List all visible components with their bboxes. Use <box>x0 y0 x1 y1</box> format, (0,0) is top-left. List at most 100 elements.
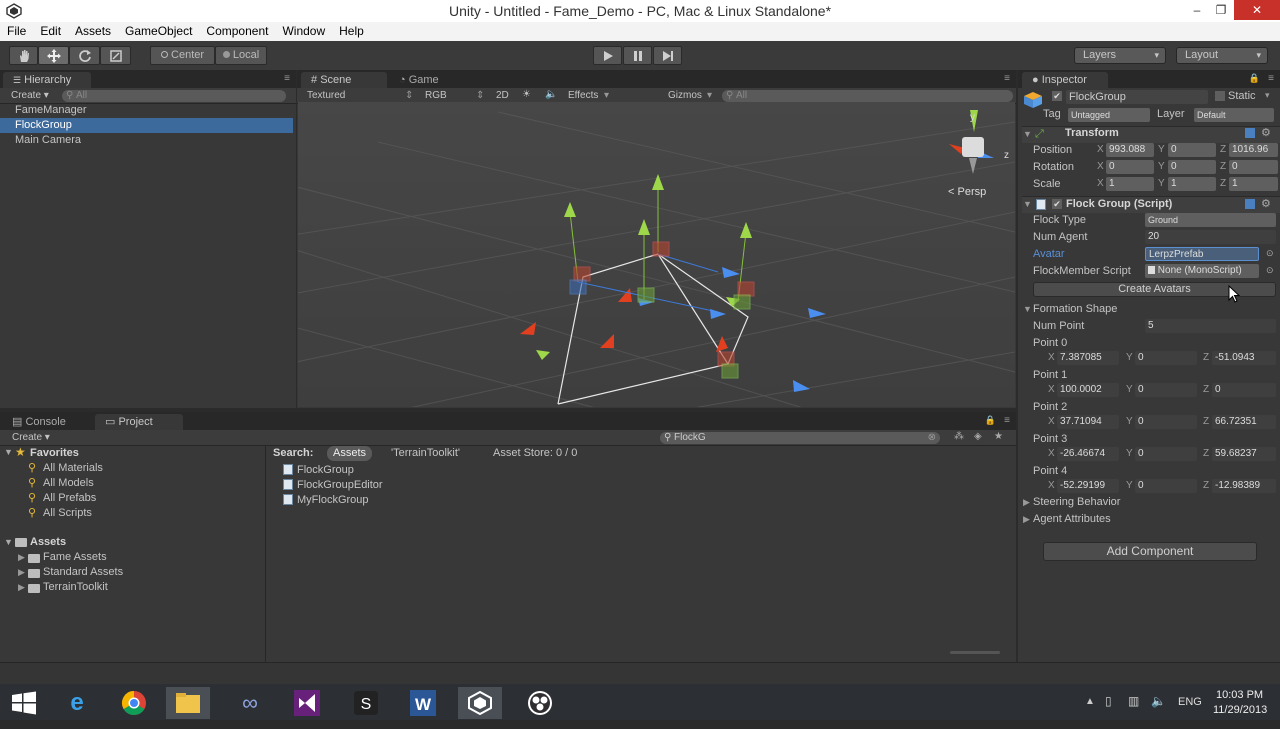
search-scope-asset-store[interactable]: Asset Store: 0 / 0 <box>493 446 577 461</box>
filter-type-icon[interactable]: ⁂ <box>954 431 964 442</box>
favorite-item[interactable]: All Models <box>43 476 94 491</box>
asset-folder-item[interactable]: TerrainToolkit <box>43 580 108 595</box>
favorite-star-icon[interactable]: ★ <box>994 431 1003 442</box>
clear-search-icon[interactable]: ⊗ <box>928 432 936 444</box>
fold-arrow-icon[interactable]: ▼ <box>1023 129 1032 139</box>
play-button[interactable] <box>593 46 622 65</box>
sourcetree-icon[interactable]: S <box>344 687 388 719</box>
scale-y-field[interactable]: 1 <box>1168 177 1216 191</box>
step-button[interactable] <box>653 46 682 65</box>
asset-folder-item[interactable]: Fame Assets <box>43 550 107 565</box>
file-explorer-icon[interactable] <box>166 687 210 719</box>
scale-z-field[interactable]: 1 <box>1229 177 1278 191</box>
agent-attributes-foldout[interactable]: Agent Attributes <box>1033 512 1111 526</box>
tag-dropdown[interactable]: Untagged <box>1068 108 1150 122</box>
menu-window[interactable]: Window <box>275 22 332 41</box>
steering-behavior-foldout[interactable]: Steering Behavior <box>1033 495 1120 509</box>
point-z-field[interactable]: -51.0943 <box>1212 351 1276 365</box>
perspective-toggle[interactable]: < Persp <box>948 186 986 198</box>
pause-button[interactable] <box>623 46 652 65</box>
project-search-input[interactable]: ⚲ FlockG ⊗ <box>660 432 940 444</box>
panel-menu-icon[interactable]: ≡ <box>1004 415 1010 426</box>
avatar-object-field[interactable]: LerpzPrefab <box>1145 247 1259 261</box>
asset-folder-item[interactable]: Standard Assets <box>43 565 123 580</box>
menu-assets[interactable]: Assets <box>68 22 118 41</box>
search-result-item[interactable]: MyFlockGroup <box>283 493 369 508</box>
transform-header[interactable] <box>1022 126 1280 143</box>
menu-edit[interactable]: Edit <box>33 22 68 41</box>
windows-start-icon[interactable] <box>2 687 46 719</box>
search-scope-terraintoolkit[interactable]: 'TerrainToolkit' <box>391 446 460 461</box>
project-create-button[interactable]: Create ▾ <box>12 432 50 443</box>
tab-console[interactable]: ▤ Console <box>2 414 92 430</box>
tray-language[interactable]: ENG <box>1178 696 1202 708</box>
tab-game[interactable]: ◔ Game <box>389 72 449 88</box>
visual-studio-icon[interactable] <box>285 687 329 719</box>
static-checkbox[interactable] <box>1215 91 1225 101</box>
chrome-icon[interactable] <box>112 687 156 719</box>
favorite-item[interactable]: All Materials <box>43 461 103 476</box>
tab-scene[interactable]: # Scene <box>301 72 387 88</box>
rotation-z-field[interactable]: 0 <box>1229 160 1278 174</box>
tab-hierarchy[interactable]: ☰ Hierarchy <box>3 72 91 88</box>
search-result-item[interactable]: FlockGroup <box>283 463 354 478</box>
point-x-field[interactable]: 7.387085 <box>1057 351 1119 365</box>
point-x-field[interactable]: 37.71094 <box>1057 415 1119 429</box>
fold-arrow-icon[interactable]: ▶ <box>1023 497 1030 508</box>
panel-menu-icon[interactable]: ≡ <box>1268 73 1274 84</box>
help-book-icon[interactable] <box>1245 128 1255 138</box>
panel-menu-icon[interactable]: ≡ <box>284 73 290 84</box>
menu-help[interactable]: Help <box>332 22 371 41</box>
tray-volume-icon[interactable]: 🔈 <box>1151 694 1166 708</box>
rotation-y-field[interactable]: 0 <box>1168 160 1216 174</box>
menu-component[interactable]: Component <box>199 22 275 41</box>
fold-arrow-icon[interactable]: ▼ <box>1023 304 1032 314</box>
object-picker-icon[interactable]: ⊙ <box>1266 248 1274 259</box>
pivot-local-toggle[interactable]: Local <box>215 46 267 65</box>
pivot-center-toggle[interactable]: Center <box>150 46 215 65</box>
point-y-field[interactable]: 0 <box>1135 415 1197 429</box>
favorite-item[interactable]: All Scripts <box>43 506 92 521</box>
lock-icon[interactable]: 🔒 <box>985 415 996 426</box>
scene-viewport[interactable]: y z < Persp <box>298 102 1015 407</box>
fold-arrow-icon[interactable]: ▼ <box>1023 199 1032 209</box>
fold-arrow-icon[interactable]: ▶ <box>18 565 25 580</box>
object-picker-icon[interactable]: ⊙ <box>1266 265 1274 276</box>
scene-search-input[interactable]: ⚲ All <box>722 90 1013 102</box>
hierarchy-item-flockgroup[interactable]: FlockGroup <box>0 118 293 133</box>
point-x-field[interactable]: -52.29199 <box>1057 479 1119 493</box>
point-z-field[interactable]: 0 <box>1212 383 1276 397</box>
hierarchy-item-famemanager[interactable]: FameManager <box>15 103 87 118</box>
num-point-field[interactable]: 5 <box>1145 319 1276 333</box>
hierarchy-create-button[interactable]: Create ▾ <box>11 90 49 101</box>
gizmos-dropdown[interactable]: Gizmos <box>668 90 702 101</box>
fold-arrow-icon[interactable]: ▶ <box>18 550 25 565</box>
panel-menu-icon[interactable]: ≡ <box>1004 73 1010 84</box>
component-gear-icon[interactable]: ⚙ <box>1261 126 1271 139</box>
obs-icon[interactable] <box>518 687 562 719</box>
static-dropdown-arrow-icon[interactable]: ▾ <box>1265 90 1270 101</box>
fold-arrow-icon[interactable]: ▼ <box>4 447 13 457</box>
shading-mode-dropdown[interactable]: Textured <box>307 90 345 101</box>
audio-toggle-icon[interactable]: 🔈 <box>545 89 557 100</box>
tray-time[interactable]: 10:03 PM <box>1216 689 1263 701</box>
search-scope-assets[interactable]: Assets <box>327 446 373 461</box>
favorite-item[interactable]: All Prefabs <box>43 491 96 506</box>
layout-dropdown[interactable]: Layout <box>1176 47 1268 64</box>
search-result-item[interactable]: FlockGroupEditor <box>283 478 383 493</box>
internet-explorer-icon[interactable]: e <box>55 687 99 719</box>
tray-date[interactable]: 11/29/2013 <box>1213 704 1267 716</box>
render-mode-dropdown[interactable]: RGB <box>425 90 447 101</box>
add-component-button[interactable]: Add Component <box>1043 542 1257 561</box>
member-script-field[interactable]: None (MonoScript) <box>1145 264 1259 278</box>
layers-dropdown[interactable]: Layers <box>1074 47 1166 64</box>
point-x-field[interactable]: 100.0002 <box>1057 383 1119 397</box>
point-z-field[interactable]: -12.98389 <box>1212 479 1276 493</box>
filter-label-icon[interactable]: ◈ <box>974 431 982 442</box>
tray-power-icon[interactable]: ▯ <box>1105 694 1112 708</box>
point-z-field[interactable]: 66.72351 <box>1212 415 1276 429</box>
restore-button[interactable]: ❐ <box>1207 0 1235 20</box>
point-y-field[interactable]: 0 <box>1135 447 1197 461</box>
scale-x-field[interactable]: 1 <box>1106 177 1154 191</box>
num-agent-field[interactable]: 20 <box>1145 230 1276 244</box>
